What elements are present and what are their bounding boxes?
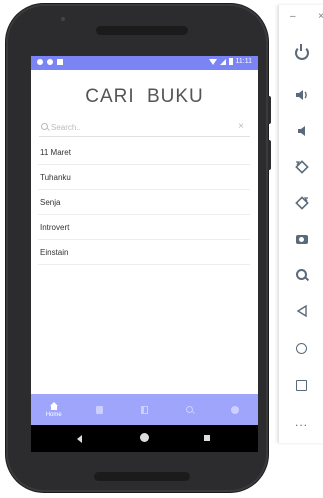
recent-apps-button[interactable] — [204, 435, 210, 441]
phone-frame: 11:11 CARI BUKU × 11 Maret Tuhanku Senja… — [6, 4, 268, 492]
overview-square-icon — [296, 379, 307, 391]
list-item[interactable]: Senja — [38, 190, 250, 215]
wifi-icon — [208, 58, 217, 65]
account-icon — [231, 405, 240, 414]
search-input[interactable] — [51, 121, 221, 134]
screenshot-button[interactable] — [279, 227, 323, 251]
status-time: 11:11 — [235, 58, 252, 65]
volume-up-button[interactable] — [279, 83, 323, 107]
bottom-navigation: Home — [31, 394, 258, 425]
search-bar[interactable]: × — [39, 119, 250, 137]
settings-status-icon — [37, 59, 43, 65]
home-circle-icon — [296, 342, 307, 354]
home-button[interactable] — [140, 433, 149, 442]
zoom-button[interactable] — [279, 262, 323, 286]
close-button[interactable]: × — [318, 11, 323, 22]
volume-up-icon — [295, 90, 307, 100]
emulator-window-controls: – × — [290, 11, 323, 22]
status-notification-icons — [37, 59, 63, 65]
list-item[interactable]: Einstain — [38, 240, 250, 265]
page-title: CARI BUKU — [85, 86, 204, 107]
rotate-left-icon — [294, 160, 309, 174]
clear-search-button[interactable]: × — [238, 121, 244, 133]
nav-item-search[interactable] — [167, 394, 212, 425]
camera-icon — [295, 234, 308, 244]
book-icon — [141, 405, 149, 414]
emulator-overview-button[interactable] — [279, 373, 323, 397]
minimize-button[interactable]: – — [290, 11, 296, 22]
emulator-toolbar: – × ... — [278, 5, 323, 443]
app-screen: 11:11 CARI BUKU × 11 Maret Tuhanku Senja… — [31, 56, 258, 452]
search-nav-icon — [186, 406, 194, 413]
nav-item-home[interactable]: Home — [31, 394, 76, 425]
nav-item-list[interactable] — [76, 394, 121, 425]
signal-icon — [219, 58, 226, 65]
more-options-button[interactable]: ... — [279, 410, 323, 434]
back-button[interactable] — [77, 435, 82, 443]
rotate-left-button[interactable] — [279, 155, 323, 179]
rotate-right-button[interactable] — [279, 191, 323, 215]
rotate-right-icon — [294, 196, 309, 210]
status-bar: 11:11 — [31, 56, 258, 70]
sd-card-status-icon — [57, 59, 63, 65]
zoom-icon — [296, 268, 307, 280]
home-icon — [49, 401, 58, 410]
bottom-speaker — [94, 472, 190, 481]
list-item[interactable]: Introvert — [38, 215, 250, 240]
status-system-icons: 11:11 — [208, 58, 252, 65]
front-camera — [61, 17, 65, 21]
volume-down-button[interactable] — [279, 119, 323, 143]
volume-down-icon — [297, 126, 305, 136]
more-icon: ... — [294, 415, 308, 429]
back-triangle-icon — [296, 305, 307, 317]
sync-status-icon — [47, 59, 53, 65]
nav-item-profile[interactable] — [213, 394, 258, 425]
emulator-home-button[interactable] — [279, 336, 323, 360]
emulator-back-button[interactable] — [279, 299, 323, 323]
list-item[interactable]: 11 Maret — [38, 140, 250, 165]
clipboard-icon — [95, 405, 103, 414]
power-icon — [294, 44, 309, 60]
nav-item-books[interactable] — [122, 394, 167, 425]
power-button[interactable] — [279, 41, 323, 65]
volume-rocker — [268, 96, 271, 124]
search-icon — [41, 123, 48, 130]
nav-home-label: Home — [45, 411, 62, 418]
book-list: 11 Maret Tuhanku Senja Introvert Einstai… — [38, 140, 250, 265]
system-navigation-bar — [31, 425, 258, 452]
power-key — [268, 140, 271, 170]
list-item[interactable]: Tuhanku — [38, 165, 250, 190]
top-speaker — [96, 26, 188, 35]
battery-icon — [228, 58, 233, 65]
